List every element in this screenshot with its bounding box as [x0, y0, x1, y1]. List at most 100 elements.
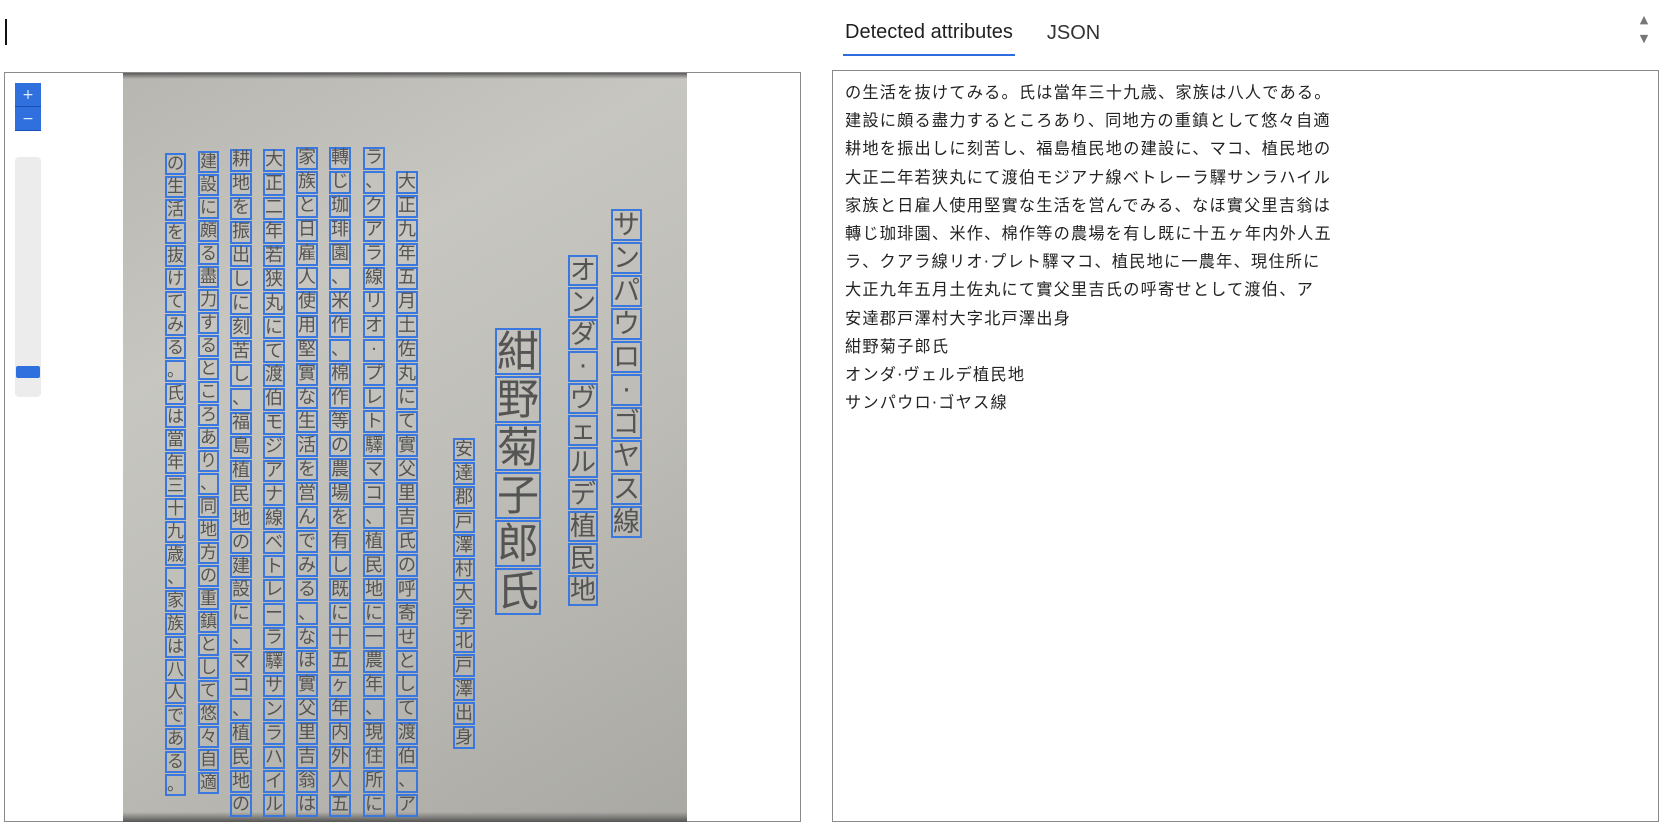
char-bounding-box: 内 — [329, 721, 351, 745]
char-bounding-box: ハ — [263, 746, 285, 770]
char-bounding-box: に — [396, 386, 418, 410]
char-bounding-box: じ — [329, 170, 351, 194]
char-bounding-box: 耕 — [230, 149, 252, 172]
char-bounding-box: り — [198, 450, 219, 472]
text-line: 大正九年五月土佐丸にて實父里吉氏の呼寄せとして渡伯、ア — [845, 280, 1314, 300]
char-bounding-box: 字 — [453, 606, 475, 629]
char-bounding-box: ア — [263, 459, 285, 483]
char-bounding-box: 三 — [165, 475, 186, 497]
char-bounding-box: の — [230, 531, 252, 555]
char-bounding-box: て — [396, 697, 418, 721]
char-bounding-box: 十 — [329, 626, 351, 650]
text-column: サンパウロ · ゴヤス線 — [611, 209, 642, 539]
char-bounding-box: 抜 — [165, 245, 186, 267]
char-bounding-box: の — [165, 153, 186, 175]
char-bounding-box: 村 — [453, 558, 475, 581]
char-bounding-box: の — [329, 434, 351, 458]
char-bounding-box: を — [230, 196, 252, 220]
char-bounding-box: て — [263, 340, 285, 364]
scroll-spinner[interactable]: ▲ ▼ — [1636, 10, 1652, 50]
char-bounding-box: 年 — [396, 242, 418, 266]
char-bounding-box: 同 — [198, 496, 219, 518]
zoom-out-button[interactable]: − — [15, 107, 41, 131]
char-bounding-box: 盡 — [198, 266, 219, 288]
char-bounding-box: 渡 — [396, 721, 418, 745]
char-bounding-box: 安 — [453, 438, 475, 461]
char-bounding-box: ろ — [198, 404, 219, 426]
tab-detected-attributes[interactable]: Detected attributes — [843, 21, 1015, 56]
text-line: オンダ·ヴェルデ植民地 — [845, 364, 1026, 384]
char-bounding-box: 営 — [296, 482, 318, 506]
char-bounding-box: 有 — [329, 530, 351, 554]
char-bounding-box: 、 — [230, 387, 252, 411]
char-bounding-box: ベ — [263, 531, 285, 555]
char-bounding-box: ナ — [263, 483, 285, 507]
char-bounding-box: ダ — [568, 319, 598, 350]
char-bounding-box: ス — [611, 473, 642, 505]
char-bounding-box: 生 — [296, 410, 318, 434]
char-bounding-box: 悠 — [198, 703, 219, 725]
char-bounding-box: 紺 — [495, 326, 541, 376]
char-bounding-box: 呼 — [396, 578, 418, 602]
char-bounding-box: 。 — [165, 360, 186, 382]
char-bounding-box: 住 — [363, 745, 385, 769]
detected-text-output[interactable]: の生活を抜けてみる。氏は當年三十九歳、家族は八人である。 建設に頗る盡力するところ… — [832, 70, 1659, 822]
text-line: 轉じ珈琲園、米作、棉作等の農場を有し既に十五ヶ年内外人五 — [845, 223, 1332, 243]
char-bounding-box: 民 — [230, 746, 252, 770]
char-bounding-box: ウ — [611, 308, 642, 340]
zoom-in-button[interactable]: + — [15, 83, 41, 107]
char-bounding-box: コ — [363, 482, 385, 506]
char-bounding-box: 建 — [230, 555, 252, 579]
char-bounding-box: 活 — [296, 434, 318, 458]
char-bounding-box: と — [396, 650, 418, 674]
char-bounding-box: す — [198, 312, 219, 334]
triangle-down-icon[interactable]: ▼ — [1636, 29, 1652, 48]
char-bounding-box: 北 — [453, 630, 475, 653]
char-bounding-box: 、 — [296, 602, 318, 626]
char-bounding-box: 、 — [363, 170, 385, 194]
char-bounding-box: は — [296, 793, 318, 817]
char-bounding-box: 米 — [329, 290, 351, 314]
char-bounding-box: 驛 — [363, 434, 385, 458]
char-bounding-box: 寄 — [396, 602, 418, 626]
char-bounding-box: · — [363, 338, 385, 362]
char-bounding-box: 島 — [230, 435, 252, 459]
text-line: 建設に頗る盡力するところあり、同地方の重鎮として悠々自適 — [845, 111, 1331, 131]
char-bounding-box: コ — [230, 674, 252, 698]
char-bounding-box: て — [165, 291, 186, 313]
zoom-slider[interactable] — [15, 157, 41, 397]
char-bounding-box: ラ — [263, 722, 285, 746]
char-bounding-box: 二 — [263, 196, 285, 220]
char-bounding-box: マ — [363, 458, 385, 482]
char-bounding-box: 方 — [198, 542, 219, 564]
char-bounding-box: · — [611, 374, 642, 406]
char-bounding-box: 澤 — [453, 678, 475, 701]
char-bounding-box: 設 — [230, 579, 252, 602]
char-bounding-box: み — [296, 554, 318, 578]
char-bounding-box: 用 — [296, 314, 318, 338]
image-viewer[interactable]: + − の生活を抜けてみる。氏は當年三十九歳、家族は八人である。建設に頗る盡力す… — [4, 72, 801, 822]
char-bounding-box: 作 — [329, 386, 351, 410]
char-bounding-box: の — [396, 554, 418, 578]
char-bounding-box: 若 — [263, 244, 285, 268]
char-bounding-box: る — [198, 335, 219, 357]
tab-json[interactable]: JSON — [1045, 22, 1102, 56]
text-line: 耕地を振出しに刻苦し、福島植民地の建設に、マコ、植民地の — [845, 139, 1332, 159]
char-bounding-box: 植 — [230, 459, 252, 483]
zoom-slider-thumb[interactable] — [16, 366, 40, 378]
char-bounding-box: 地 — [198, 519, 219, 541]
triangle-up-icon[interactable]: ▲ — [1636, 10, 1652, 29]
char-bounding-box: 菊 — [495, 422, 541, 472]
char-bounding-box: 年 — [165, 452, 186, 474]
char-bounding-box: 生 — [165, 176, 186, 198]
char-bounding-box: 族 — [165, 613, 186, 635]
char-bounding-box: 吉 — [396, 506, 418, 530]
char-bounding-box: 郡 — [453, 486, 475, 509]
text-column: 安達郡戸澤村大字北戸澤出身 — [453, 438, 475, 750]
char-bounding-box: 正 — [263, 172, 285, 196]
char-bounding-box: 翁 — [296, 769, 318, 793]
char-bounding-box: 力 — [198, 289, 219, 311]
char-bounding-box: 刻 — [230, 316, 252, 340]
char-bounding-box: 線 — [363, 266, 385, 290]
char-bounding-box: 農 — [363, 650, 385, 673]
